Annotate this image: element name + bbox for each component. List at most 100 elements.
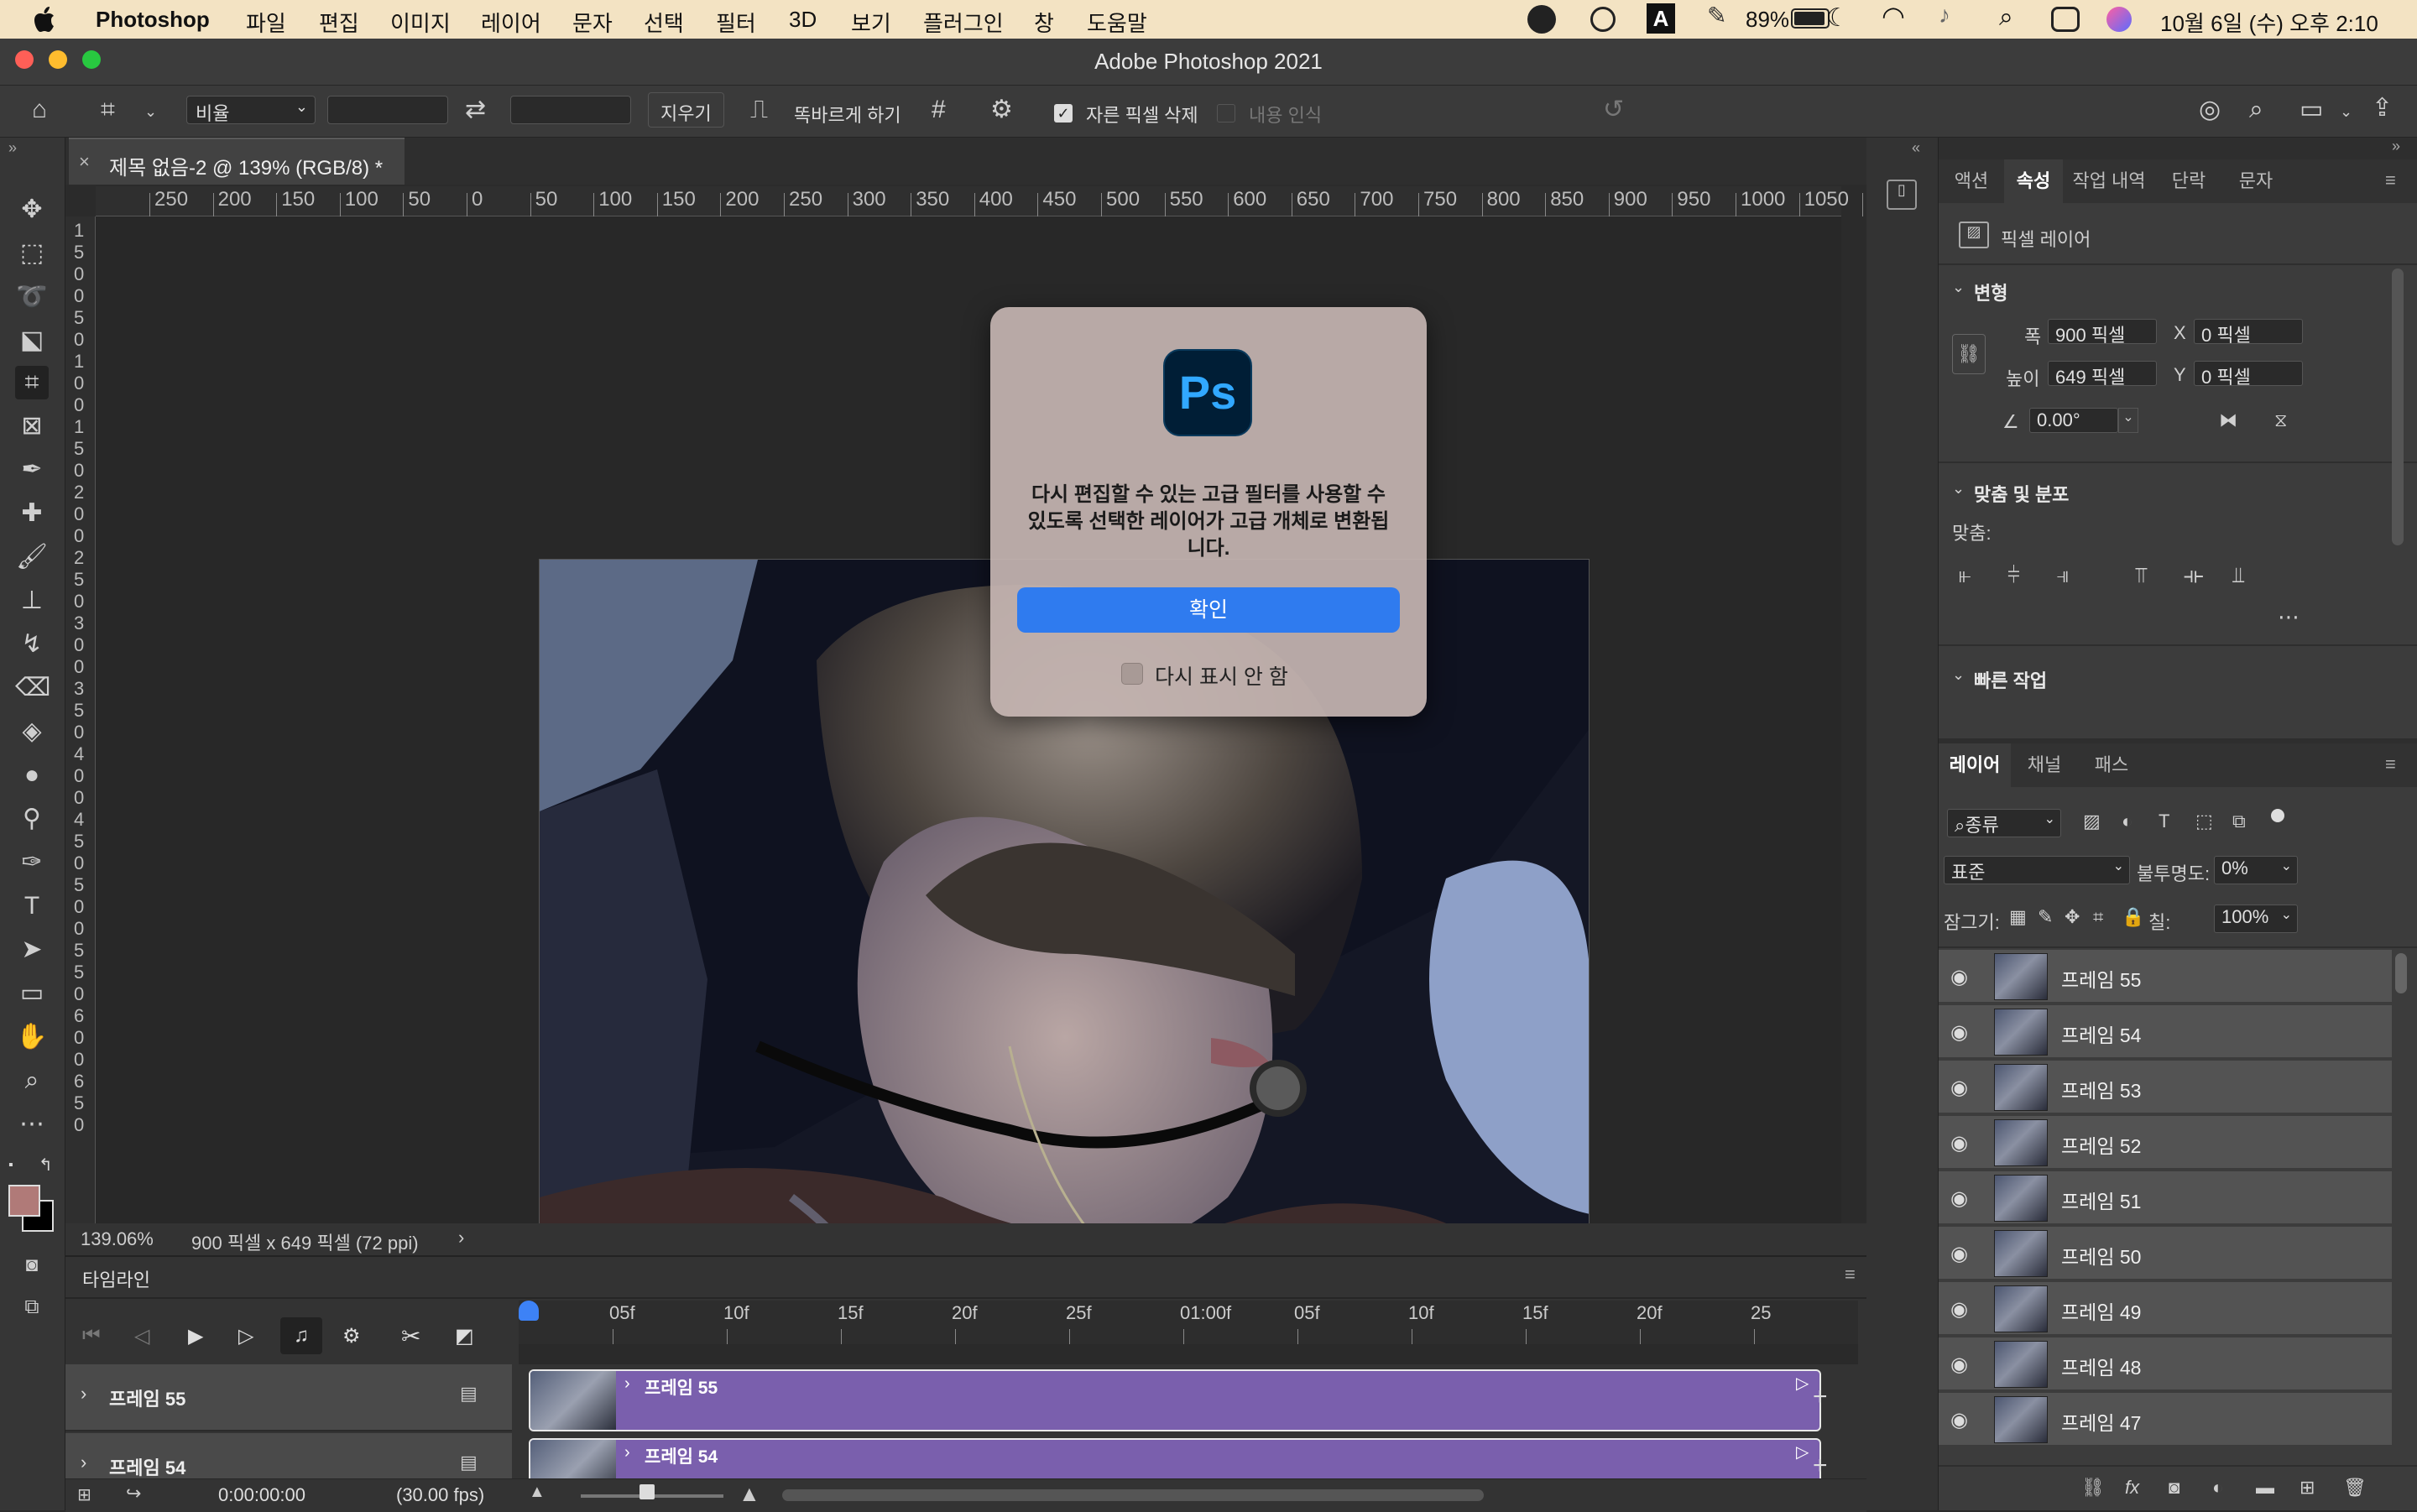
filter-pixel-icon[interactable]: ▨ [2083, 811, 2101, 832]
visibility-eye-icon[interactable]: ◉ [1950, 1242, 1974, 1265]
lock-position-icon[interactable]: ✥ [2065, 906, 2080, 928]
pen-tool-icon[interactable]: ✑ [15, 846, 49, 879]
width-input[interactable]: 900 픽셀 [2048, 319, 2157, 346]
transform-section-title[interactable]: 변형 [1974, 279, 2007, 305]
play-status-icon[interactable] [1590, 7, 1616, 32]
layer-name[interactable]: 프레임 53 [2061, 1075, 2141, 1103]
menu-app-name[interactable]: Photoshop [96, 7, 210, 33]
visibility-eye-icon[interactable]: ◉ [1950, 1131, 1974, 1155]
go-to-first-frame-icon[interactable]: ⏮ [82, 1324, 101, 1348]
filter-smart-object-icon[interactable]: ⧉ [2232, 811, 2246, 832]
home-icon[interactable]: ⌂ [32, 97, 47, 123]
align-collapse-chevron-icon[interactable]: ⌄ [1952, 480, 1965, 498]
transform-collapse-chevron-icon[interactable]: ⌄ [1952, 279, 1965, 296]
visibility-eye-icon[interactable]: ◉ [1950, 1353, 1974, 1376]
layer-name[interactable]: 프레임 48 [2061, 1352, 2141, 1380]
workspace-chevron-icon[interactable]: ⌄ [2340, 104, 2352, 119]
menu-plugins[interactable]: 플러그인 [923, 7, 1004, 38]
layer-row[interactable]: ◉ 프레임 49 [1939, 1282, 2392, 1336]
expand-track-chevron-icon[interactable]: › [81, 1383, 86, 1405]
align-right-icon[interactable]: ⫣ [2056, 562, 2070, 589]
quick-actions-chevron-icon[interactable]: ⌄ [1952, 666, 1965, 684]
healing-brush-tool-icon[interactable]: ✚ [15, 497, 49, 530]
zoom-tool-icon[interactable]: ⌕ [15, 1064, 49, 1098]
x-input[interactable]: 0 픽셀 [2194, 319, 2303, 346]
eyedropper-tool-icon[interactable]: ✒ [15, 453, 49, 487]
layer-name[interactable]: 프레임 50 [2061, 1241, 2141, 1270]
lock-transparent-icon[interactable]: ▦ [2009, 906, 2027, 928]
play-icon[interactable]: ▶ [188, 1324, 203, 1348]
reset-undo-icon[interactable]: ↺ [1603, 97, 1624, 123]
default-colors-icon[interactable]: ▪ [8, 1158, 13, 1173]
layer-name[interactable]: 프레임 51 [2061, 1186, 2141, 1214]
tab-actions[interactable]: 액션 [1939, 159, 2004, 203]
timeline-menu-icon[interactable]: ≡ [1845, 1264, 1856, 1285]
timeline-horizontal-scrollbar[interactable] [782, 1489, 1484, 1501]
type-tool-icon[interactable]: T [15, 889, 49, 923]
track-header-frame-55[interactable]: › 프레임 55 ▤ [65, 1364, 512, 1431]
menu-filter[interactable]: 필터 [716, 7, 756, 38]
clip-chevron-icon[interactable]: › [624, 1374, 630, 1394]
angle-input[interactable]: 0.00° [2029, 408, 2118, 433]
tab-channels[interactable]: 채널 [2011, 743, 2078, 787]
add-mask-icon[interactable]: ◙ [2169, 1477, 2179, 1499]
tab-layers[interactable]: 레이어 [1939, 743, 2011, 787]
tab-paths[interactable]: 패스 [2078, 743, 2145, 787]
visibility-eye-icon[interactable]: ◉ [1950, 1408, 1974, 1431]
properties-scrollbar[interactable] [2392, 269, 2404, 545]
eraser-tool-icon[interactable]: ⌫ [15, 671, 50, 705]
tab-properties[interactable]: 속성 [2004, 159, 2063, 203]
flip-vertical-icon[interactable]: ⧖ [2274, 409, 2287, 431]
visibility-eye-icon[interactable]: ◉ [1950, 1076, 1974, 1099]
link-layers-icon[interactable]: ⛓ [2081, 1477, 2105, 1499]
layer-row[interactable]: ◉ 프레임 55 [1939, 950, 2392, 1004]
content-aware-checkbox[interactable] [1217, 104, 1235, 123]
zoom-in-mountain-icon[interactable]: ▲ [739, 1481, 760, 1507]
playhead-handle-icon[interactable] [519, 1301, 539, 1321]
menu-help[interactable]: 도움말 [1087, 7, 1147, 38]
layer-name[interactable]: 프레임 49 [2061, 1296, 2141, 1325]
layer-name[interactable]: 프레임 54 [2061, 1019, 2141, 1048]
audio-icon[interactable]: ♫ [280, 1317, 322, 1354]
previous-frame-icon[interactable]: ◁ [134, 1324, 149, 1348]
clear-button[interactable]: 지우기 [648, 92, 724, 128]
clock-datetime[interactable]: 10월 6일 (수) 오후 2:10 [2160, 7, 2378, 38]
ratio-height-input[interactable] [510, 96, 631, 124]
timeline-zoom-thumb[interactable] [639, 1484, 655, 1499]
siri-icon[interactable] [2106, 7, 2132, 32]
chevron-down-icon[interactable]: ⌄ [144, 104, 157, 119]
swap-colors-icon[interactable]: ↰ [39, 1155, 53, 1176]
visibility-eye-icon[interactable]: ◉ [1950, 965, 1974, 988]
canvas-area[interactable] [96, 216, 1841, 1316]
align-section-title[interactable]: 맞춤 및 분포 [1974, 480, 2069, 507]
layer-name[interactable]: 프레임 52 [2061, 1130, 2141, 1159]
menu-image[interactable]: 이미지 [390, 7, 451, 38]
foreground-color-swatch[interactable] [8, 1185, 40, 1217]
path-selection-tool-icon[interactable]: ➤ [15, 933, 49, 967]
straighten-icon[interactable]: ⎍ [750, 97, 768, 123]
visibility-eye-icon[interactable]: ◉ [1950, 1186, 1974, 1210]
crop-tool-icon[interactable]: ⌗ [15, 366, 49, 399]
status-menu-chevron-icon[interactable]: › [458, 1227, 464, 1249]
new-layer-icon[interactable]: ⊞ [2300, 1477, 2315, 1499]
layers-menu-icon[interactable]: ≡ [2385, 753, 2396, 775]
menu-type[interactable]: 문자 [572, 7, 613, 38]
menu-view[interactable]: 보기 [851, 7, 891, 38]
properties-menu-icon[interactable]: ≡ [2385, 169, 2396, 191]
tab-history[interactable]: 작업 내역 [2063, 159, 2155, 203]
layer-name[interactable]: 프레임 55 [2061, 964, 2141, 993]
dodge-tool-icon[interactable]: ⚲ [15, 802, 49, 836]
align-vertical-center-icon[interactable]: ⟛ [2184, 562, 2204, 589]
blur-tool-icon[interactable]: ● [15, 759, 49, 792]
input-source-icon[interactable]: A [1647, 3, 1675, 34]
ok-button[interactable]: 확인 [1017, 587, 1400, 633]
flip-horizontal-icon[interactable]: ⧓ [2219, 409, 2237, 431]
blend-mode-select[interactable]: 표준 ⌄ [1944, 856, 2130, 884]
layer-row[interactable]: ◉ 프레임 54 [1939, 1005, 2392, 1059]
swap-dimensions-icon[interactable]: ⇄ [465, 97, 486, 123]
object-selection-tool-icon[interactable]: ⬕ [15, 324, 49, 357]
align-top-icon[interactable]: ⫪ [2135, 562, 2148, 589]
straighten-label[interactable]: 똑바르게 하기 [794, 101, 901, 128]
tab-character[interactable]: 문자 [2222, 159, 2289, 203]
render-video-icon[interactable]: ↪ [126, 1483, 141, 1504]
